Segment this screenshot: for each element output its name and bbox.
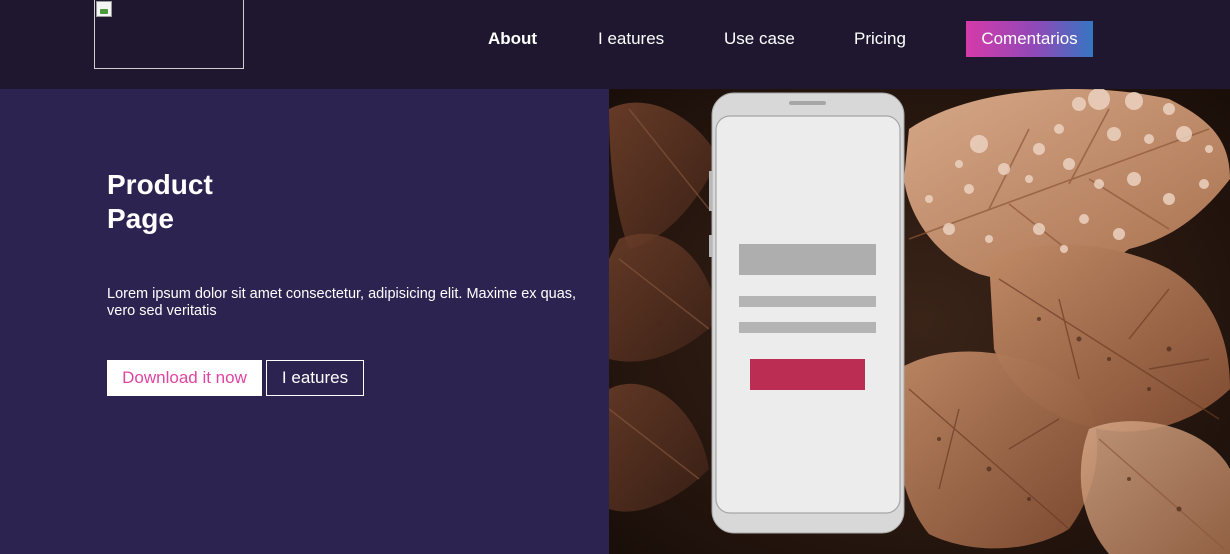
nav-link-about[interactable]: About <box>488 21 537 57</box>
broken-image-icon <box>96 1 112 17</box>
nav-link-features[interactable]: I eatures <box>598 21 664 57</box>
hero-description: Lorem ipsum dolor sit amet consectetur, … <box>107 286 577 319</box>
title-line-2: Page <box>107 203 174 234</box>
nav-link-use-case[interactable]: Use case <box>724 21 795 57</box>
title-line-1: Product <box>107 169 213 200</box>
phone-mockup <box>709 92 905 534</box>
nav-links: About I eatures Use case Pricing Comenta… <box>0 21 1230 57</box>
autumn-leaves-background <box>609 89 1230 554</box>
features-button[interactable]: I eatures <box>266 360 364 396</box>
navbar: About I eatures Use case Pricing Comenta… <box>0 0 1230 89</box>
page-title: Product Page <box>107 168 307 236</box>
download-button[interactable]: Download it now <box>107 360 262 396</box>
comentarios-button[interactable]: Comentarios <box>966 21 1093 57</box>
nav-link-pricing[interactable]: Pricing <box>854 21 906 57</box>
hero-section: Product Page Lorem ipsum dolor sit amet … <box>0 89 609 554</box>
hero-image <box>609 89 1230 554</box>
